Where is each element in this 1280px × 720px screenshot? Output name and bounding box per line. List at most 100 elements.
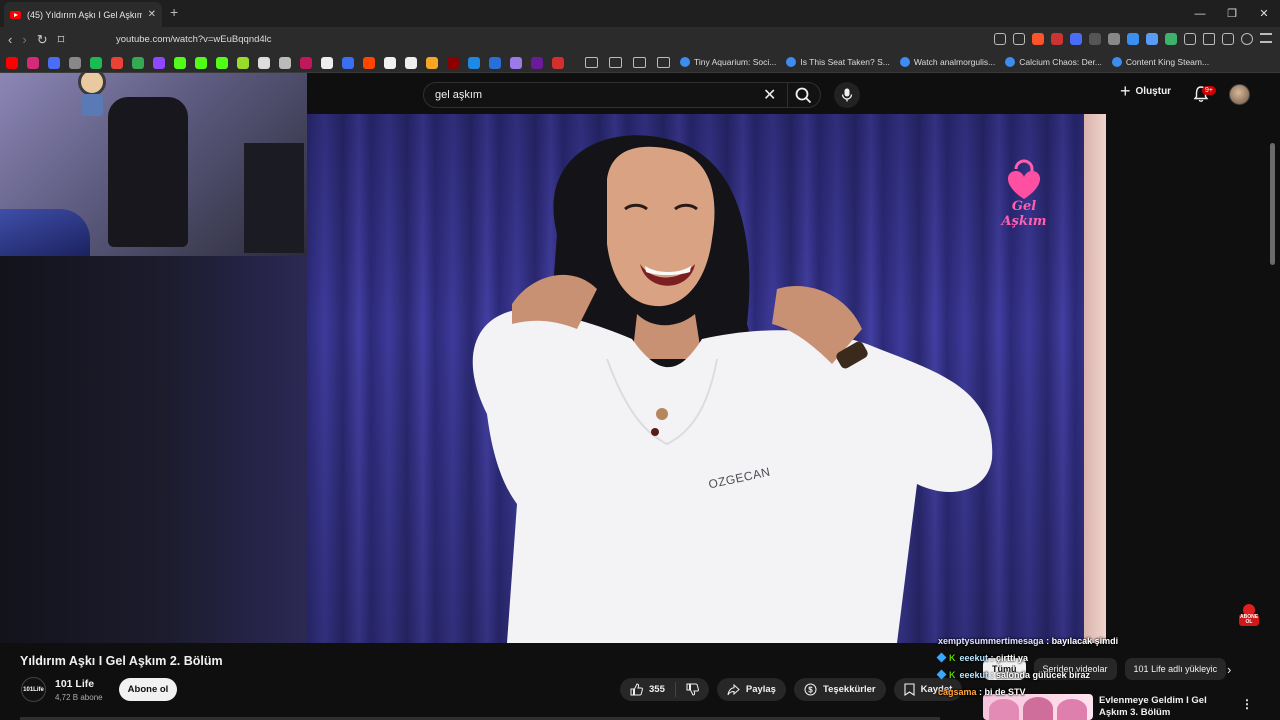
folder-icon[interactable] [633,57,646,68]
bookmark-item[interactable]: Tiny Aquarium: Soci... [680,57,776,67]
save-label: Kaydet [920,684,953,695]
bookmark-orange-icon[interactable] [426,57,438,69]
amazon-bookmark-icon[interactable] [405,57,417,69]
forward-icon[interactable]: › [22,32,26,48]
bookmark-grey-icon[interactable] [69,57,81,69]
minimize-icon[interactable]: — [1184,0,1216,27]
page-scrollbar[interactable] [1270,143,1275,265]
extension-translate-icon[interactable] [1146,33,1158,45]
menu-icon[interactable] [1260,33,1272,43]
extensions-puzzle-icon[interactable] [1203,33,1215,45]
close-window-icon[interactable]: ✕ [1248,0,1280,27]
restore-icon[interactable]: ❐ [1216,0,1248,27]
extension-green-icon[interactable] [1165,33,1177,45]
bookmark-blue2-icon[interactable] [342,57,354,69]
more-options-icon[interactable]: ⋮ [1241,697,1253,711]
gmail-bookmark-icon[interactable] [111,57,123,69]
like-button[interactable]: 355 [620,682,676,697]
browser-tab[interactable]: (45) Yıldırım Aşkı I Gel Aşkım 2. B ✕ [4,2,162,27]
bookmark-dark-icon[interactable] [552,57,564,69]
reload-icon[interactable]: ↻ [37,32,48,48]
bookmark-spotify-icon[interactable] [90,57,102,69]
heart-lock-icon [1007,159,1041,199]
bookmark-blue-icon[interactable] [48,57,60,69]
folder-icon[interactable] [585,57,598,68]
mascot-sticker [73,73,111,120]
bookmark-purple-icon[interactable] [510,57,522,69]
kick-badge-icon: K [949,653,956,663]
thumb-figure [989,699,1019,720]
bookmark-darkred-icon[interactable] [447,57,459,69]
kick-bookmark-icon[interactable] [174,57,186,69]
subscribe-button[interactable]: Abone ol [119,678,177,701]
chip-all[interactable]: Tümü [983,658,1026,680]
extension-blue-icon[interactable] [1127,33,1139,45]
reddit-bookmark-icon[interactable] [363,57,375,69]
kick-bookmark-icon[interactable] [195,57,207,69]
bookmark-lime-icon[interactable] [237,57,249,69]
recommendation-title[interactable]: Evlenmeye Geldim I Gel Aşkım 3. Bölüm [1099,695,1231,719]
extension-grey-icon[interactable] [1089,33,1101,45]
share-icon[interactable] [1013,33,1025,45]
bookmark-play-icon[interactable] [468,57,480,69]
account-avatar[interactable] [1229,84,1250,105]
bookmark-gear-icon[interactable] [279,57,291,69]
url-field[interactable]: youtube.com/watch?v=wEuBqqnd4lc [116,34,272,45]
chip-uploader[interactable]: 101 Life adlı yükleyic [1124,658,1227,680]
thanks-button[interactable]: $ Teşekkürler [793,678,886,701]
chip-series[interactable]: Seriden videolar [1033,658,1117,680]
search-icon[interactable] [792,86,816,104]
bookmark-item[interactable]: Content King Steam... [1111,57,1209,67]
clear-search-icon[interactable]: ✕ [763,85,776,105]
drive-bookmark-icon[interactable] [132,57,144,69]
youtube-bookmark-icon[interactable] [6,57,18,69]
extension-box-icon[interactable] [1184,33,1196,45]
dislike-button[interactable] [676,683,709,696]
bookmark-item[interactable]: Watch analmorgulis... [899,57,996,67]
channel-name[interactable]: 101 Life [55,678,94,690]
video-player[interactable]: OZGECAN Gel Aşkım [307,114,1106,643]
new-tab-icon[interactable]: + [170,4,178,20]
extension-wave-icon[interactable] [1070,33,1082,45]
sidebar-icon[interactable] [1222,33,1234,45]
search-divider [787,83,788,107]
voice-search-button[interactable] [834,82,860,108]
media-icon[interactable] [1241,33,1253,45]
bookmark-label: Watch analmorgulis... [913,57,996,67]
brave-shield-icon[interactable] [1032,33,1044,45]
instagram-bookmark-icon[interactable] [27,57,39,69]
bookmark-text-icon[interactable] [489,57,501,69]
create-button[interactable]: + Oluştur [1120,82,1172,100]
bookmark-red-icon[interactable] [300,57,312,69]
abone-ol-logo: ABONE OL [1236,602,1262,628]
save-button[interactable]: Kaydet [893,678,963,701]
folder-icon[interactable] [657,57,670,68]
share-button[interactable]: Paylaş [716,678,786,701]
back-icon[interactable]: ‹ [8,32,12,48]
x-bookmark-icon[interactable] [321,57,333,69]
like-dislike-group: 355 [620,678,709,701]
video-title: Yıldırım Aşkı I Gel Aşkım 2. Bölüm [20,654,223,668]
kick-bookmark-icon[interactable] [216,57,228,69]
recommendation-thumbnail[interactable] [983,694,1093,720]
extension-red-icon[interactable] [1051,33,1063,45]
patreon-bookmark-icon[interactable] [384,57,396,69]
tab-close-icon[interactable]: ✕ [148,9,156,20]
search-box[interactable]: gel aşkım ✕ [423,82,821,108]
search-input[interactable]: gel aşkım [435,89,482,101]
screen-icon[interactable] [994,33,1006,45]
bookmark-item[interactable]: Is This Seat Taken? S... [786,57,890,67]
notification-badge: 9+ [1202,86,1216,95]
anchor-bookmark-icon[interactable] [258,57,270,69]
create-label: Oluştur [1135,85,1172,97]
chips-next-icon[interactable]: › [1227,662,1231,677]
thanks-label: Teşekkürler [822,684,876,695]
bookmark-item[interactable]: Calcium Chaos: Der... [1005,57,1102,67]
extension-camera-icon[interactable] [1108,33,1120,45]
channel-avatar[interactable]: 101Life [21,677,46,702]
bookmark-k-icon[interactable] [531,57,543,69]
folder-icon[interactable] [609,57,622,68]
bookmark-folders [585,57,670,68]
bookmark-icon[interactable]: ⌑ [58,32,65,48]
twitch-bookmark-icon[interactable] [153,57,165,69]
